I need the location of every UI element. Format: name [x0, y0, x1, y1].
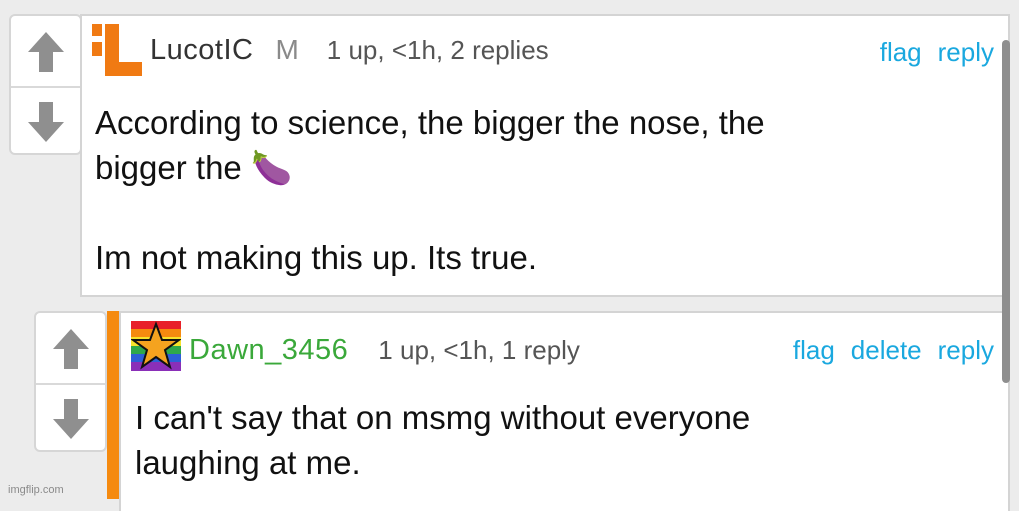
avatar[interactable] — [131, 321, 181, 371]
scrollbar[interactable] — [1002, 40, 1010, 383]
comment-actions: flag reply — [880, 37, 994, 68]
vote-box — [34, 311, 107, 452]
watermark: imgflip.com — [8, 484, 64, 496]
comment-meta: 1 up, <1h, 2 replies — [326, 35, 549, 65]
arrow-down-icon — [27, 102, 64, 142]
flag-link[interactable]: flag — [880, 37, 922, 68]
avatar[interactable] — [90, 22, 144, 78]
upvote-button[interactable] — [36, 317, 105, 381]
comment-header: Dawn_3456 1 up, <1h, 1 reply — [189, 334, 580, 367]
downvote-button[interactable] — [11, 90, 80, 154]
username-link[interactable]: LucotIC — [150, 34, 253, 67]
arrow-up-icon — [27, 32, 64, 72]
vote-divider — [36, 383, 105, 385]
delete-link[interactable]: delete — [851, 335, 922, 366]
downvote-button[interactable] — [36, 387, 105, 451]
arrow-up-icon — [52, 329, 89, 369]
reply-card: Dawn_3456 1 up, <1h, 1 reply flag delete… — [119, 311, 1010, 511]
upvote-button[interactable] — [11, 20, 80, 84]
arrow-down-icon — [52, 399, 89, 439]
comment-body: According to science, the bigger the nos… — [95, 104, 765, 276]
flag-link[interactable]: flag — [793, 335, 835, 366]
vote-box — [9, 14, 82, 155]
mod-badge: M — [275, 34, 299, 65]
reply-link[interactable]: reply — [938, 335, 994, 366]
comment-meta: 1 up, <1h, 1 reply — [378, 335, 580, 365]
comment-actions: flag delete reply — [793, 335, 994, 366]
comment-header: LucotIC M 1 up, <1h, 2 replies — [150, 34, 549, 67]
comment-body: I can't say that on msmg without everyon… — [135, 399, 751, 481]
reply-link[interactable]: reply — [938, 37, 994, 68]
username-link[interactable]: Dawn_3456 — [189, 334, 348, 367]
comment-card: LucotIC M 1 up, <1h, 2 replies flag repl… — [80, 14, 1010, 297]
vote-divider — [11, 86, 80, 88]
